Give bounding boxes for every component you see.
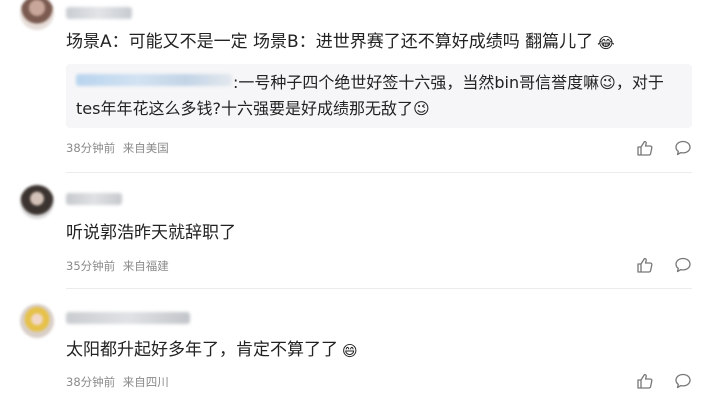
comment-body: 太阳都升起好多年了，肯定不算了了: [66, 340, 338, 360]
comment-text: 太阳都升起好多年了，肯定不算了了 😄: [66, 338, 358, 362]
comment-meta: 35分钟前 来自福建: [66, 258, 173, 274]
comment-time: 35分钟前: [66, 259, 116, 273]
comment-body: 听说郭浩昨天就辞职了: [66, 223, 236, 243]
avatar[interactable]: [20, 0, 54, 30]
laughing-emoji: 😂: [597, 34, 615, 52]
comment-item: 场景A：可能又不是一定 场景B：进世界赛了还不算好成绩吗 翻篇儿了 😂 :一号种子…: [0, 0, 720, 172]
quoted-reply[interactable]: :一号种子四个绝世好签十六强，当然bin哥信誉度嘛😉，对于tes年年花这么多钱?…: [66, 64, 692, 128]
comment-actions: [636, 256, 692, 274]
thumbs-up-icon[interactable]: [636, 256, 654, 274]
username[interactable]: [66, 312, 190, 324]
comment-actions: [636, 139, 692, 157]
grinning-emoji: 😄: [342, 342, 358, 360]
comment-icon[interactable]: [674, 372, 692, 390]
comment-meta: 38分钟前 来自美国: [66, 140, 173, 156]
comment-icon[interactable]: [674, 256, 692, 274]
comment-item: 听说郭浩昨天就辞职了 35分钟前 来自福建: [0, 172, 720, 288]
username[interactable]: [66, 7, 132, 19]
avatar[interactable]: [20, 185, 54, 219]
comment-text: 场景A：可能又不是一定 场景B：进世界赛了还不算好成绩吗 翻篇儿了 😂: [66, 30, 615, 54]
comment-location: 来自美国: [122, 141, 169, 155]
comment-icon[interactable]: [674, 139, 692, 157]
comment-meta: 38分钟前 来自四川: [66, 374, 173, 390]
quoted-text: :一号种子四个绝世好签十六强，当然bin哥信誉度嘛😉，对于tes年年花这么多钱?…: [76, 73, 664, 118]
thumbs-up-icon[interactable]: [636, 372, 654, 390]
comment-text: 听说郭浩昨天就辞职了: [66, 221, 236, 245]
comment-time: 38分钟前: [66, 141, 116, 155]
avatar[interactable]: [20, 304, 54, 338]
username[interactable]: [66, 193, 122, 205]
comment-time: 38分钟前: [66, 375, 116, 389]
comment-location: 来自福建: [122, 259, 169, 273]
thumbs-up-icon[interactable]: [636, 139, 654, 157]
comment-location: 来自四川: [122, 375, 169, 389]
comment-body: 场景A：可能又不是一定 场景B：进世界赛了还不算好成绩吗 翻篇儿了: [66, 32, 594, 52]
comment-actions: [636, 372, 692, 390]
comment-item: 太阳都升起好多年了，肯定不算了了 😄 38分钟前 来自四川: [0, 288, 720, 400]
